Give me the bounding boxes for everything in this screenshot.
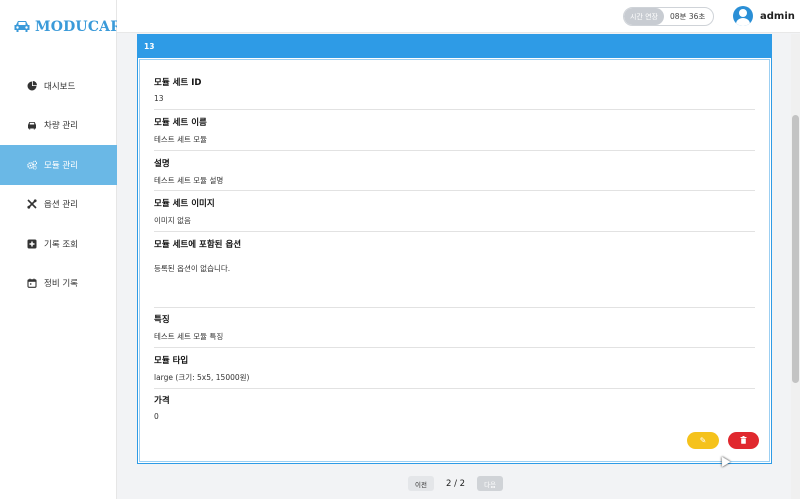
empty-options-message: 등록된 옵션이 없습니다. [154, 264, 231, 273]
prev-page-button[interactable]: 이전 [408, 476, 434, 491]
field-value: 이미지 없음 [154, 216, 191, 225]
sidebar-item-label: 기록 조회 [44, 239, 78, 250]
panel-header-id: 13 [138, 35, 771, 58]
pencil-icon: ✎ [699, 436, 707, 445]
session-timer: 시간 연장 08분 36초 [623, 7, 715, 26]
sidebar-item-options[interactable]: 옵션 관리 [0, 185, 117, 225]
user-menu[interactable]: admin [733, 6, 795, 26]
sidebar-item-dashboard[interactable]: 대시보드 [0, 66, 117, 106]
field-value: 13 [154, 94, 164, 103]
logo[interactable]: MODUCAR [13, 16, 122, 38]
gears-icon [27, 160, 37, 170]
field-module-set-id: 모듈 세트 ID 13 [154, 76, 755, 110]
module-set-detail-panel: 13 모듈 세트 ID 13 모듈 세트 이름 테스트 세트 모듈 설명 테스트… [137, 34, 772, 464]
field-label: 설명 [154, 159, 170, 169]
field-value: 테스트 세트 모듈 [154, 135, 208, 144]
sidebar-item-label: 모듈 관리 [44, 160, 78, 171]
sidebar-item-label: 차량 관리 [44, 121, 78, 132]
car-logo-icon [13, 18, 31, 37]
calendar-icon [27, 278, 37, 289]
field-module-type: 모듈 타입 large (크기: 5x5, 15000원) [154, 354, 755, 389]
field-module-set-name: 모듈 세트 이름 테스트 세트 모듈 [154, 116, 755, 151]
sidebar-item-vehicles[interactable]: 차량 관리 [0, 106, 117, 146]
car-icon [27, 120, 37, 130]
field-label: 특징 [154, 315, 170, 325]
brand-name: MODUCAR [35, 19, 123, 35]
top-header: 시간 연장 08분 36초 admin [117, 0, 800, 33]
sidebar-item-history[interactable]: 기록 조회 [0, 224, 117, 264]
pie-chart-icon [27, 80, 37, 91]
panel-body: 모듈 세트 ID 13 모듈 세트 이름 테스트 세트 모듈 설명 테스트 세트… [139, 59, 770, 462]
sidebar-item-label: 정비 기록 [44, 279, 78, 290]
delete-button[interactable] [728, 432, 759, 449]
sidebar-nav: 대시보드 차량 관리 모듈 관리 옵션 관리 기록 조회 정비 기록 [0, 66, 117, 303]
extend-session-button[interactable]: 시간 연장 [624, 8, 664, 25]
field-module-set-image: 모듈 세트 이미지 이미지 없음 [154, 197, 755, 232]
scrollbar-thumb[interactable] [792, 115, 799, 383]
sidebar-item-label: 옵션 관리 [44, 200, 78, 211]
field-label: 모듈 세트에 포함된 옵션 [154, 240, 242, 250]
sidebar-item-label: 대시보드 [44, 81, 76, 92]
field-value: 테스트 세트 모듈 설명 [154, 176, 224, 185]
field-label: 가격 [154, 396, 170, 406]
field-label: 모듈 세트 이름 [154, 118, 207, 128]
trash-icon [740, 435, 747, 446]
field-value: large (크기: 5x5, 15000원) [154, 373, 250, 382]
pagination: 이전 2 / 2 다음 [408, 476, 504, 491]
username: admin [760, 10, 795, 22]
tools-icon [27, 199, 37, 209]
field-description: 설명 테스트 세트 모듈 설명 [154, 157, 755, 191]
field-value: 0 [154, 412, 159, 421]
field-label: 모듈 타입 [154, 356, 189, 366]
field-value: 테스트 세트 모듈 특징 [154, 332, 224, 341]
session-time-left: 08분 36초 [670, 12, 706, 21]
page-indicator: 2 / 2 [445, 478, 466, 489]
field-features: 특징 테스트 세트 모듈 특징 [154, 313, 755, 348]
field-label: 모듈 세트 이미지 [154, 199, 215, 209]
plus-square-icon [27, 239, 37, 249]
next-page-button[interactable]: 다음 [477, 476, 504, 491]
edit-button[interactable]: ✎ [687, 432, 719, 449]
user-avatar-icon [733, 6, 753, 26]
field-included-options: 모듈 세트에 포함된 옵션 등록된 옵션이 없습니다. [154, 238, 755, 308]
sidebar-item-modules[interactable]: 모듈 관리 [0, 145, 117, 185]
field-label: 모듈 세트 ID [154, 78, 202, 88]
sidebar: MODUCAR 대시보드 차량 관리 모듈 관리 옵션 관리 기록 조회 정비 … [0, 0, 122, 499]
sidebar-item-maintenance[interactable]: 정비 기록 [0, 264, 117, 304]
field-price: 가격 0 [154, 394, 755, 424]
